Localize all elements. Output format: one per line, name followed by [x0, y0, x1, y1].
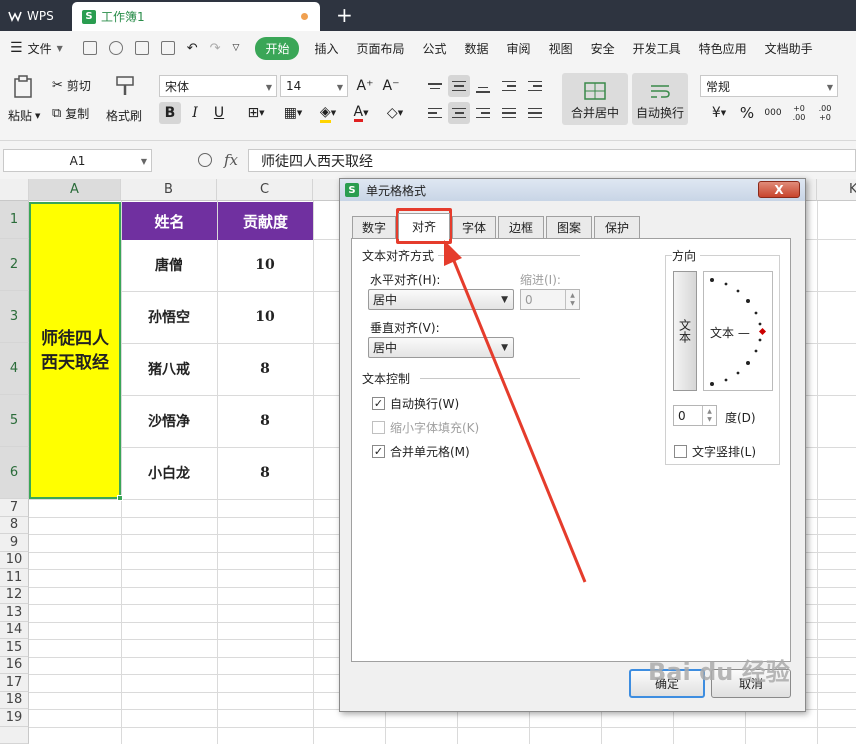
watermark-logo: Bai du 经验 — [648, 658, 790, 686]
annotation-arrow-icon — [444, 240, 587, 583]
tab-alignment[interactable]: 对齐 — [398, 213, 450, 239]
